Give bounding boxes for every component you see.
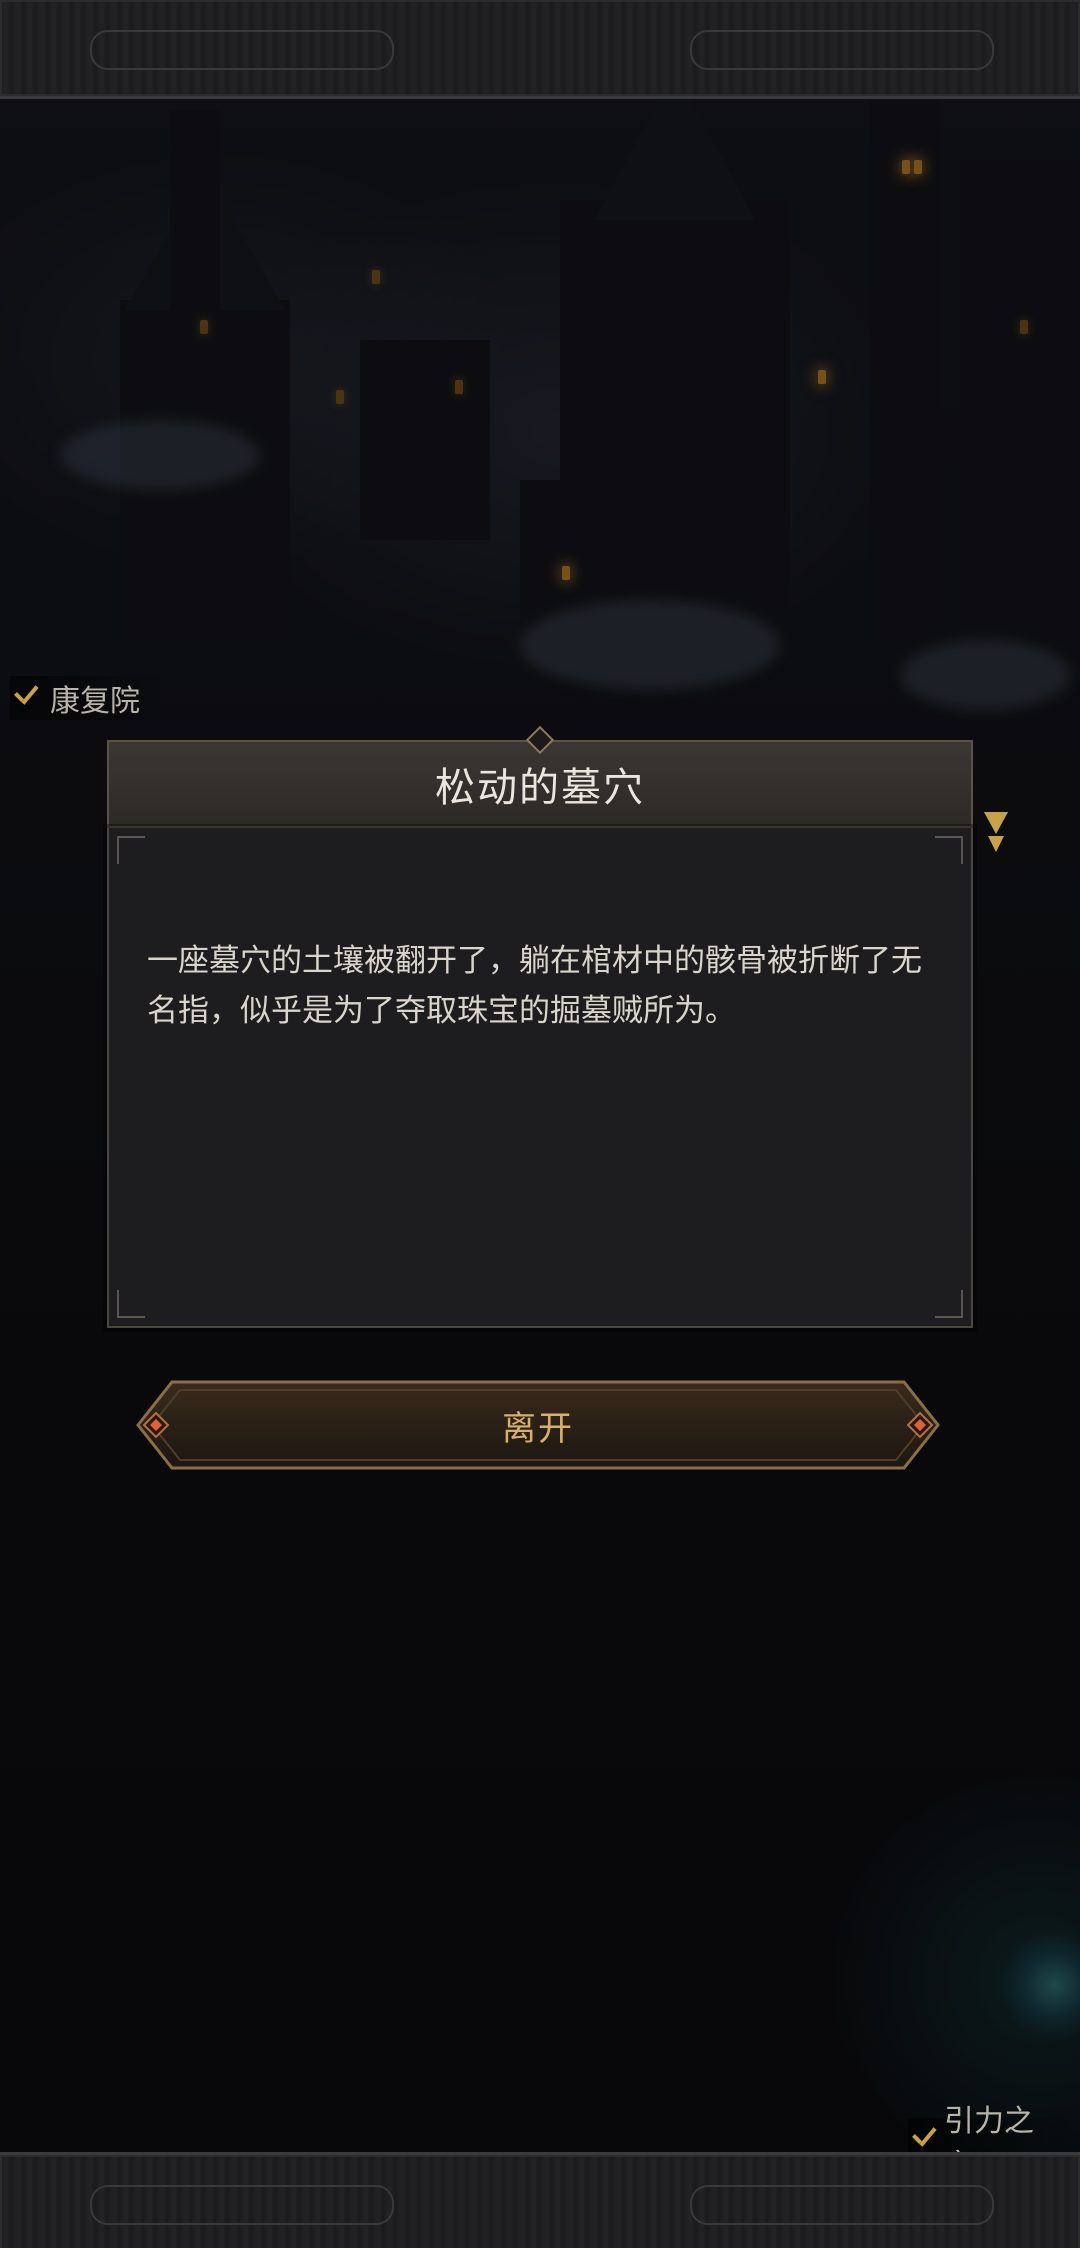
corner-ornament xyxy=(117,1290,145,1318)
event-dialog: 松动的墓穴 一座墓穴的土壤被翻开了，躺在棺材中的骸骨被折断了无名指，似乎是为了夺… xyxy=(107,725,973,1328)
leave-button-label: 离开 xyxy=(502,1408,574,1449)
location-label: 康复院 xyxy=(50,684,140,719)
map-marker-icon[interactable] xyxy=(984,812,1008,856)
dialog-description: 一座墓穴的土壤被翻开了，躺在棺材中的骸骨被折断了无名指，似乎是为了夺取珠宝的掘墓… xyxy=(147,943,922,1029)
top-frame xyxy=(0,0,1080,99)
frame-ornament xyxy=(690,30,994,70)
corner-ornament xyxy=(935,1290,963,1318)
frame-ornament xyxy=(690,2185,994,2225)
leave-button[interactable]: 离开 xyxy=(112,1378,964,1472)
bottom-frame xyxy=(0,2152,1080,2248)
dialog-body xyxy=(107,828,973,1328)
frame-ornament xyxy=(90,2185,394,2225)
dialog-title: 松动的墓穴 xyxy=(435,765,645,811)
corner-ornament xyxy=(935,836,963,864)
game-scene: 康复院 引力之穴 松动的墓穴 一座墓穴的土壤被翻开了，躺在棺材中的骸骨被折断了无… xyxy=(0,0,1080,2248)
check-icon xyxy=(10,681,44,715)
map-location-rehab[interactable]: 康复院 xyxy=(10,676,170,720)
frame-ornament xyxy=(90,30,394,70)
corner-ornament xyxy=(117,836,145,864)
